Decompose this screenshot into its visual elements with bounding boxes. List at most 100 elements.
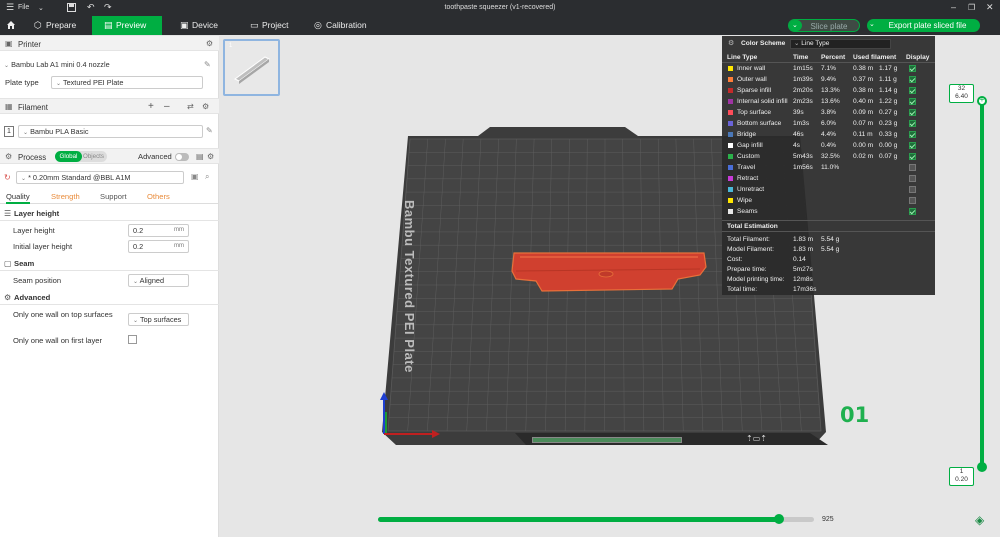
seam-icon: ▢ bbox=[4, 259, 12, 268]
color-scheme-select[interactable]: ⌄ Line Type bbox=[790, 39, 891, 49]
chevron-down-icon: ⌄ bbox=[21, 176, 27, 182]
plate-type-select[interactable]: ⌄ Textured PEI Plate bbox=[51, 76, 203, 89]
edit-icon[interactable]: ✎ bbox=[204, 60, 211, 69]
global-option[interactable]: Global bbox=[55, 151, 82, 162]
layers-toggle-icon[interactable]: ◈ bbox=[975, 513, 984, 527]
redo-icon[interactable]: ↷ bbox=[104, 3, 112, 12]
total-value-secondary: 5.54 g bbox=[821, 236, 840, 243]
line-type-name: Bottom surface bbox=[737, 120, 782, 127]
remove-filament-icon[interactable]: – bbox=[164, 101, 170, 112]
layer-slider-bottom-handle[interactable] bbox=[977, 462, 987, 472]
add-filament-icon[interactable]: + bbox=[148, 101, 154, 112]
slice-plate-button[interactable]: ⌄ Slice plate bbox=[788, 19, 860, 32]
line-type-meters: 0.11 m bbox=[853, 131, 873, 138]
gear-icon[interactable]: ⚙ bbox=[202, 102, 209, 111]
filament-slot-badge[interactable]: 1 bbox=[4, 126, 14, 137]
display-checkbox[interactable] bbox=[909, 98, 916, 105]
tab-calibration[interactable]: ◎ Calibration bbox=[310, 16, 390, 35]
gear-icon[interactable]: ⚙ bbox=[207, 152, 214, 161]
advanced-toggle[interactable] bbox=[175, 153, 189, 161]
cube-icon: ⬡ bbox=[34, 20, 42, 30]
display-checkbox[interactable] bbox=[909, 120, 916, 127]
display-checkbox[interactable] bbox=[909, 87, 916, 94]
color-scheme-mode: Line Type bbox=[801, 40, 830, 47]
restore-icon[interactable]: ❐ bbox=[968, 3, 975, 12]
filament-name: Bambu PLA Basic bbox=[30, 127, 89, 136]
search-icon[interactable]: ⌕ bbox=[205, 172, 209, 182]
chevron-down-icon: ⌄ bbox=[133, 279, 139, 285]
file-menu[interactable]: File bbox=[18, 4, 29, 11]
line-type-swatch bbox=[728, 176, 733, 181]
slice-plate-label: Slice plate bbox=[810, 22, 848, 31]
one-wall-first-checkbox[interactable] bbox=[128, 335, 137, 344]
sync-icon[interactable]: ⇄ bbox=[187, 102, 194, 111]
display-checkbox[interactable] bbox=[909, 65, 916, 72]
display-checkbox[interactable] bbox=[909, 153, 916, 160]
tab-label: Calibration bbox=[326, 20, 367, 30]
menu-icon[interactable]: ☰ bbox=[6, 3, 14, 12]
display-checkbox[interactable] bbox=[909, 164, 916, 171]
line-type-row: Seams bbox=[722, 206, 935, 217]
edit-icon[interactable]: ✎ bbox=[206, 126, 213, 135]
compare-icon[interactable]: ▤ bbox=[196, 152, 204, 161]
plate-type-label: Plate type bbox=[5, 78, 39, 87]
display-checkbox[interactable] bbox=[909, 76, 916, 83]
line-type-name: Top surface bbox=[737, 109, 772, 116]
settings-panel: ▣ Printer ⚙ ⌄ Bambu Lab A1 mini 0.4 nozz… bbox=[0, 35, 219, 537]
one-wall-top-select[interactable]: ⌄ Top surfaces bbox=[128, 313, 189, 326]
layer-height-input[interactable]: 0.2 mm bbox=[128, 224, 189, 237]
tab-prepare[interactable]: ⬡ Prepare bbox=[30, 16, 88, 35]
line-type-grams: 1.14 g bbox=[879, 87, 898, 94]
subtab-strength[interactable]: Strength bbox=[51, 192, 80, 201]
line-type-grams: 1.22 g bbox=[879, 98, 898, 105]
subtab-support[interactable]: Support bbox=[100, 192, 127, 201]
save-icon[interactable] bbox=[67, 3, 76, 14]
display-checkbox[interactable] bbox=[909, 208, 916, 215]
reset-icon[interactable]: ↻ bbox=[4, 173, 11, 182]
printer-select[interactable]: ⌄ Bambu Lab A1 mini 0.4 nozzle bbox=[4, 59, 200, 72]
move-slider-fill bbox=[378, 517, 780, 522]
minimize-icon[interactable]: – bbox=[951, 3, 956, 12]
display-checkbox[interactable] bbox=[909, 109, 916, 116]
move-slider-track[interactable] bbox=[378, 514, 814, 524]
total-value: 1.83 m bbox=[793, 246, 814, 253]
display-checkbox[interactable] bbox=[909, 197, 916, 204]
save-preset-icon[interactable]: ▣ bbox=[191, 172, 199, 181]
filament-select[interactable]: ⌄ Bambu PLA Basic bbox=[18, 125, 203, 138]
gear-icon[interactable]: ⚙ bbox=[728, 39, 734, 47]
unit-label: mm bbox=[174, 243, 184, 249]
tab-project[interactable]: ▭ Project bbox=[246, 16, 306, 35]
line-type-swatch bbox=[728, 154, 733, 159]
process-preset-select[interactable]: ⌄ * 0.20mm Standard @BBL A1M bbox=[16, 171, 184, 184]
chevron-down-icon: ⌄ bbox=[56, 81, 62, 87]
seam-position-select[interactable]: ⌄ Aligned bbox=[128, 274, 189, 287]
tab-preview[interactable]: ▤ Preview bbox=[92, 16, 162, 35]
subtab-others[interactable]: Others bbox=[147, 192, 170, 201]
objects-option[interactable]: Objects bbox=[83, 151, 104, 162]
home-button[interactable] bbox=[0, 16, 22, 35]
close-icon[interactable]: ✕ bbox=[986, 3, 994, 12]
subtab-quality[interactable]: Quality bbox=[6, 192, 30, 204]
undo-icon[interactable]: ↶ bbox=[87, 3, 95, 12]
printer-icon: ▣ bbox=[180, 20, 189, 30]
total-value: 5m27s bbox=[793, 266, 813, 273]
gear-icon[interactable]: ⚙ bbox=[206, 39, 213, 48]
line-type-percent: 4.4% bbox=[821, 131, 837, 138]
chevron-down-icon[interactable]: ⌄ bbox=[38, 4, 44, 13]
initial-layer-height-input[interactable]: 0.2 mm bbox=[128, 240, 189, 253]
export-plate-button[interactable]: ⌄ Export plate sliced file bbox=[867, 19, 980, 32]
total-estimation-header: Total Estimation bbox=[722, 220, 935, 232]
display-checkbox[interactable] bbox=[909, 142, 916, 149]
total-row: Total time: 17m36s bbox=[722, 284, 935, 295]
line-type-swatch bbox=[728, 77, 733, 82]
global-objects-toggle[interactable]: Global Objects bbox=[55, 151, 107, 162]
chevron-down-icon: ⌄ bbox=[792, 22, 798, 29]
line-type-name: Unretract bbox=[737, 186, 765, 193]
display-checkbox[interactable] bbox=[909, 131, 916, 138]
layer-slider-top-handle[interactable]: + bbox=[977, 95, 987, 106]
layer-slider-track[interactable] bbox=[980, 101, 984, 465]
display-checkbox[interactable] bbox=[909, 186, 916, 193]
seam-position-value: Aligned bbox=[139, 276, 164, 285]
tab-device[interactable]: ▣ Device bbox=[176, 16, 236, 35]
display-checkbox[interactable] bbox=[909, 175, 916, 182]
